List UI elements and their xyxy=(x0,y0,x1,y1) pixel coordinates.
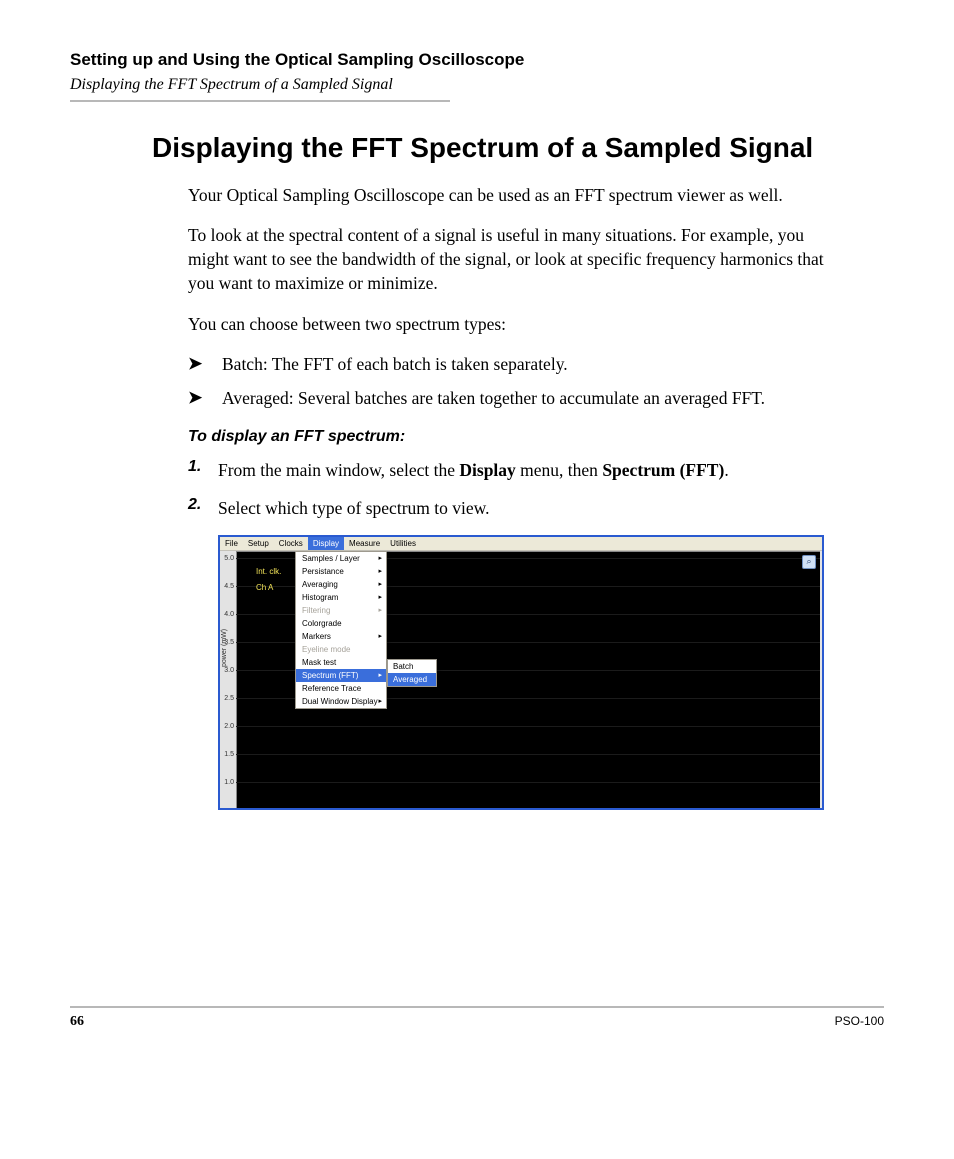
menu-item-colorgrade[interactable]: Colorgrade xyxy=(296,617,386,630)
page-footer: 66 PSO-100 xyxy=(70,1006,884,1030)
page-number: 66 xyxy=(70,1014,84,1030)
bullet-text: Batch: The FFT of each batch is taken se… xyxy=(222,352,834,376)
menu-measure[interactable]: Measure xyxy=(344,537,385,550)
app-screenshot: File Setup Clocks Display Measure Utilit… xyxy=(218,535,824,810)
magnifier-icon[interactable]: ⌕ xyxy=(802,555,816,569)
chevron-right-icon: ▸ xyxy=(378,592,382,603)
page-header: Setting up and Using the Optical Samplin… xyxy=(70,50,884,102)
y-axis-label: power (mW) xyxy=(221,629,228,667)
channel-label: Int. clk. xyxy=(256,567,281,576)
menu-item-reference-trace[interactable]: Reference Trace xyxy=(296,682,386,695)
paragraph: Your Optical Sampling Oscilloscope can b… xyxy=(188,183,834,207)
running-section: Displaying the FFT Spectrum of a Sampled… xyxy=(70,76,884,94)
menu-setup[interactable]: Setup xyxy=(243,537,274,550)
chevron-right-icon: ▸ xyxy=(378,696,382,707)
gridline xyxy=(236,754,820,755)
model-label: PSO-100 xyxy=(835,1014,884,1030)
chevron-right-icon: ▸ xyxy=(378,670,382,681)
menu-item-persistance[interactable]: Persistance▸ xyxy=(296,565,386,578)
paragraph: You can choose between two spectrum type… xyxy=(188,312,834,336)
y-tick: 4.0 xyxy=(222,611,234,618)
spectrum-submenu[interactable]: Batch Averaged xyxy=(387,659,437,687)
arrow-icon: ➤ xyxy=(188,352,222,374)
menu-item-spectrum-fft[interactable]: Spectrum (FFT)▸ xyxy=(296,669,386,682)
menubar[interactable]: File Setup Clocks Display Measure Utilit… xyxy=(220,537,822,551)
y-tick: 4.5 xyxy=(222,583,234,590)
menu-item-samples-layer[interactable]: Samples / Layer▸ xyxy=(296,552,386,565)
channel-label: Ch A xyxy=(256,583,273,592)
arrow-icon: ➤ xyxy=(188,386,222,408)
chevron-right-icon: ▸ xyxy=(378,566,382,577)
menu-item-dual-window[interactable]: Dual Window Display▸ xyxy=(296,695,386,708)
y-tick: 2.5 xyxy=(222,695,234,702)
header-rule xyxy=(70,100,450,102)
bullet-text: Averaged: Several batches are taken toge… xyxy=(222,386,834,410)
menu-item-averaging[interactable]: Averaging▸ xyxy=(296,578,386,591)
menu-file[interactable]: File xyxy=(220,537,243,550)
section-title: Displaying the FFT Spectrum of a Sampled… xyxy=(152,130,884,165)
y-tick: 5.0 xyxy=(222,555,234,562)
menu-item-mask-test[interactable]: Mask test xyxy=(296,656,386,669)
menu-item-eyeline: Eyeline mode xyxy=(296,643,386,656)
chevron-right-icon: ▸ xyxy=(378,579,382,590)
step-number: 2. xyxy=(188,496,218,521)
step-text: From the main window, select the Display… xyxy=(218,458,834,483)
y-tick: 3.0 xyxy=(222,667,234,674)
step-number: 1. xyxy=(188,458,218,483)
menu-utilities[interactable]: Utilities xyxy=(385,537,421,550)
menu-display[interactable]: Display xyxy=(308,537,344,550)
body-column: Your Optical Sampling Oscilloscope can b… xyxy=(188,183,834,521)
paragraph: To look at the spectral content of a sig… xyxy=(188,223,834,295)
menu-clocks[interactable]: Clocks xyxy=(274,537,308,550)
chevron-right-icon: ▸ xyxy=(378,631,382,642)
chapter-title: Setting up and Using the Optical Samplin… xyxy=(70,50,884,70)
y-tick: 1.0 xyxy=(222,779,234,786)
chevron-right-icon: ▸ xyxy=(378,605,382,616)
bullet-item: ➤ Averaged: Several batches are taken to… xyxy=(188,386,834,410)
chevron-right-icon: ▸ xyxy=(378,553,382,564)
step: 1. From the main window, select the Disp… xyxy=(188,458,834,483)
y-tick: 3.5 xyxy=(222,639,234,646)
gridline xyxy=(236,782,820,783)
bullet-item: ➤ Batch: The FFT of each batch is taken … xyxy=(188,352,834,376)
submenu-item-averaged[interactable]: Averaged xyxy=(388,673,436,686)
menu-item-histogram[interactable]: Histogram▸ xyxy=(296,591,386,604)
instructions-heading: To display an FFT spectrum: xyxy=(188,428,834,446)
menu-item-filtering: Filtering▸ xyxy=(296,604,386,617)
display-dropdown[interactable]: Samples / Layer▸ Persistance▸ Averaging▸… xyxy=(295,551,387,709)
y-tick: 2.0 xyxy=(222,723,234,730)
step-text: Select which type of spectrum to view. xyxy=(218,496,834,521)
gridline xyxy=(236,726,820,727)
step: 2. Select which type of spectrum to view… xyxy=(188,496,834,521)
y-tick: 1.5 xyxy=(222,751,234,758)
submenu-item-batch[interactable]: Batch xyxy=(388,660,436,673)
menu-item-markers[interactable]: Markers▸ xyxy=(296,630,386,643)
